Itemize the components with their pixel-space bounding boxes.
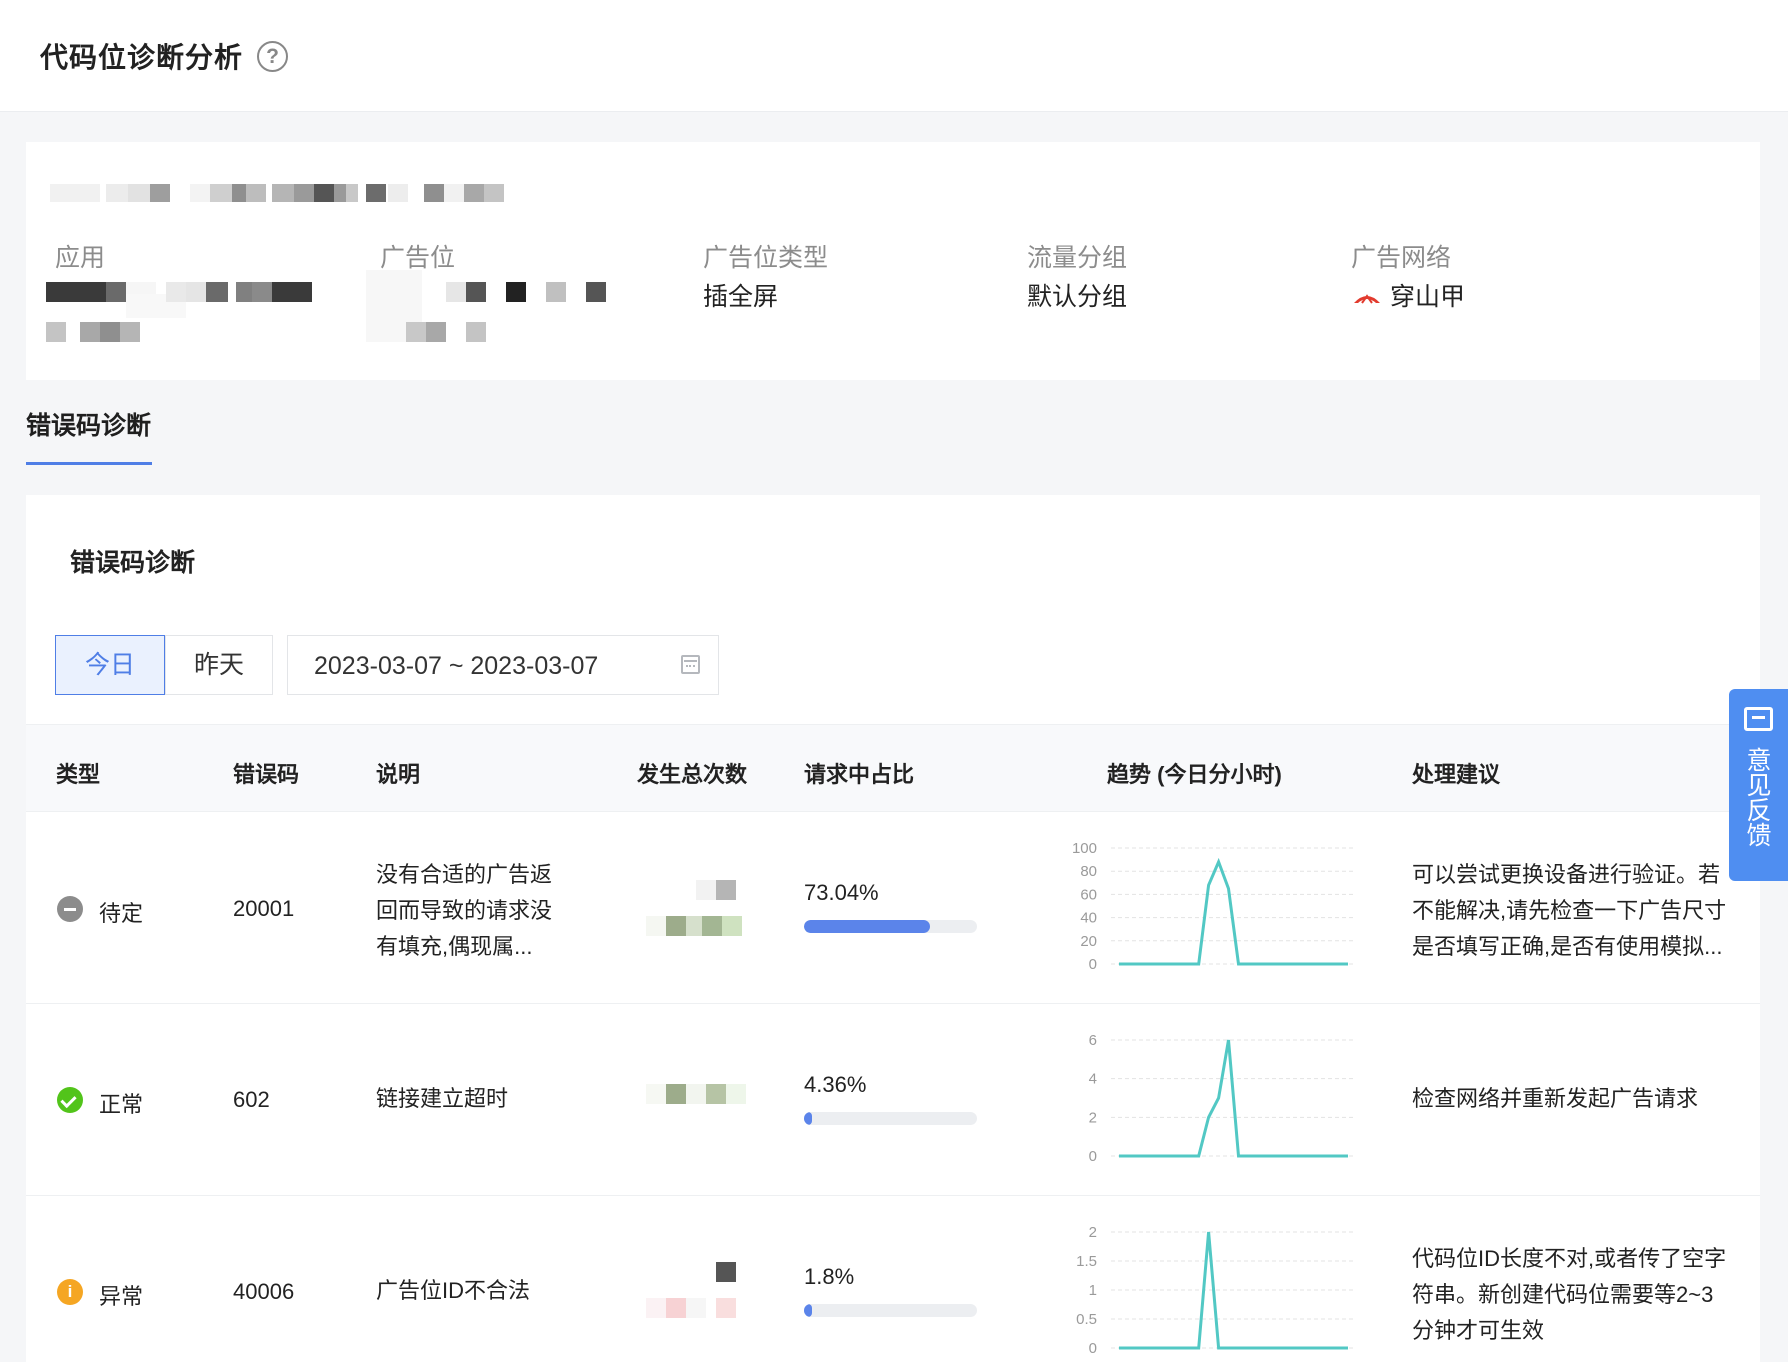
help-circle-icon[interactable]: ? — [257, 41, 288, 72]
col-header-advice: 处理建议 — [1412, 762, 1501, 787]
col-header-total-count: 发生总次数 — [637, 762, 748, 787]
redacted-adslot-mosaic — [366, 270, 626, 342]
trend-line — [1119, 1039, 1348, 1158]
table-row: 正常 602 链接建立超时 4.36% 6 4 2 0 检查网络并重新发起广告请求 — [26, 1004, 1760, 1196]
field-value-ad-network: 穿山甲 — [1390, 283, 1466, 311]
error-description: 没有合适的广告返回而导致的请求没有填充,偶现属... — [376, 862, 553, 959]
feedback-button[interactable]: 意见反馈 — [1729, 689, 1788, 881]
redacted-count-mosaic — [646, 1262, 756, 1322]
tab-error-code-diagnosis[interactable]: 错误码诊断 — [26, 406, 151, 442]
trend-line — [1119, 857, 1348, 966]
feedback-label: 意见反馈 — [1743, 747, 1771, 847]
trend-chart: 100 80 60 40 20 0 — [1072, 840, 1356, 973]
handling-advice: 可以尝试更换设备进行验证。若不能解决,请先检查一下广告尺寸是否填写正确,是否有使… — [1412, 862, 1727, 959]
status-label: 待定 — [99, 901, 144, 926]
trend-tick-label: 20 — [1080, 933, 1097, 950]
status-label: 正常 — [99, 1092, 144, 1117]
error-description: 链接建立超时 — [376, 1086, 509, 1111]
section-title: 错误码诊断 — [70, 549, 196, 577]
col-header-description: 说明 — [376, 762, 421, 787]
info-card — [26, 142, 1760, 380]
trend-tick-label: 0 — [1089, 1148, 1097, 1165]
trend-tick-label: 2 — [1089, 1224, 1097, 1241]
redacted-count-mosaic — [646, 1082, 756, 1122]
trend-tick-label: 100 — [1072, 840, 1097, 857]
request-ratio-value: 73.04% — [804, 880, 879, 905]
today-button[interactable]: 今日 — [55, 635, 165, 695]
table-header: 类型 错误码 说明 发生总次数 请求中占比 趋势 (今日分小时) 处理建议 — [26, 724, 1760, 812]
trend-tick-label: 60 — [1080, 886, 1097, 903]
pangle-logo-icon — [1354, 294, 1380, 304]
ratio-progress-fill — [804, 920, 930, 933]
field-value-traffic-group: 默认分组 — [1027, 283, 1128, 311]
ratio-progress-bar — [804, 1112, 977, 1125]
ratio-progress-bar — [804, 1304, 977, 1317]
col-header-code: 错误码 — [233, 762, 300, 787]
col-header-type: 类型 — [56, 762, 101, 787]
trend-tick-label: 1 — [1089, 1282, 1097, 1299]
field-label-ad-network: 广告网络 — [1351, 244, 1452, 272]
status-label: 异常 — [99, 1284, 144, 1309]
page-title: 代码位诊断分析 — [40, 42, 244, 73]
ratio-progress-bar — [804, 920, 977, 933]
col-header-trend: 趋势 (今日分小时) — [1107, 762, 1282, 787]
trend-tick-label: 4 — [1089, 1071, 1097, 1088]
error-description: 广告位ID不合法 — [376, 1278, 531, 1303]
field-label-ad-type: 广告位类型 — [703, 244, 829, 272]
trend-tick-label: 2 — [1089, 1109, 1097, 1126]
trend-tick-label: 0 — [1089, 956, 1097, 973]
date-range-value: 2023-03-07 ~ 2023-03-07 — [314, 652, 599, 680]
field-label-app: 应用 — [55, 244, 106, 272]
redacted-app-mosaic — [46, 282, 312, 344]
field-label-adslot: 广告位 — [380, 244, 456, 272]
trend-chart: 6 4 2 0 — [1089, 1032, 1356, 1165]
yesterday-button[interactable]: 昨天 — [165, 635, 273, 695]
page-header: 代码位诊断分析 ? — [0, 0, 1788, 112]
check-circle-icon — [57, 1087, 83, 1113]
redacted-count-mosaic — [646, 880, 756, 940]
minus-circle-icon — [57, 896, 83, 922]
feedback-icon — [1744, 707, 1773, 731]
tab-active-indicator — [26, 462, 152, 465]
trend-tick-label: 0.5 — [1076, 1311, 1097, 1328]
redacted-title-mosaic — [50, 180, 510, 204]
request-ratio-value: 4.36% — [804, 1072, 867, 1097]
error-code: 20001 — [233, 896, 295, 921]
calendar-icon[interactable] — [681, 655, 700, 674]
info-circle-icon: i — [57, 1279, 83, 1305]
trend-tick-label: 6 — [1089, 1032, 1097, 1049]
ratio-progress-fill — [804, 1112, 812, 1125]
trend-tick-label: 0 — [1089, 1340, 1097, 1357]
trend-tick-label: 80 — [1080, 863, 1097, 880]
trend-chart: 2 1.5 1 0.5 0 — [1076, 1224, 1356, 1357]
handling-advice: 检查网络并重新发起广告请求 — [1412, 1086, 1699, 1111]
table-row: 待定 20001 没有合适的广告返回而导致的请求没有填充,偶现属... 73.0… — [26, 812, 1760, 1004]
error-code: 40006 — [233, 1279, 295, 1304]
trend-tick-label: 40 — [1080, 910, 1097, 927]
field-value-ad-type: 插全屏 — [703, 283, 779, 311]
table-row: i 异常 40006 广告位ID不合法 1.8% 2 1.5 1 0.5 0 代码位ID… — [26, 1196, 1760, 1362]
ratio-progress-fill — [804, 1304, 812, 1317]
handling-advice: 代码位ID长度不对,或者传了空字符串。新创建代码位需要等2~3分钟才可生效 — [1412, 1246, 1727, 1343]
error-code: 602 — [233, 1087, 270, 1112]
col-header-request-ratio: 请求中占比 — [804, 762, 915, 787]
trend-tick-label: 1.5 — [1076, 1253, 1097, 1270]
date-range-picker[interactable]: 2023-03-07 ~ 2023-03-07 — [287, 635, 719, 695]
request-ratio-value: 1.8% — [804, 1264, 855, 1289]
field-label-traffic-group: 流量分组 — [1027, 244, 1128, 272]
